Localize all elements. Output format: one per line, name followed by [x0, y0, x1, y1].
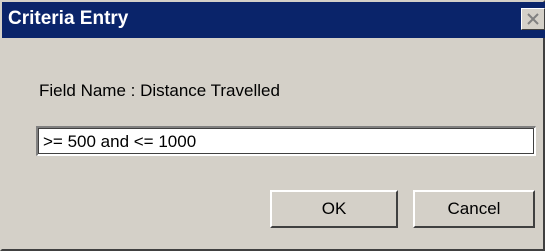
window-title: Criteria Entry: [8, 8, 129, 29]
ok-button[interactable]: OK: [270, 190, 398, 228]
close-button[interactable]: [521, 8, 545, 30]
cancel-button[interactable]: Cancel: [413, 190, 535, 228]
field-name-label: Field Name : Distance Travelled: [39, 81, 280, 100]
criteria-entry-dialog: Criteria Entry Field Name : Distance Tra…: [0, 0, 545, 251]
title-bar[interactable]: Criteria Entry: [2, 2, 545, 38]
criteria-input[interactable]: [36, 126, 536, 156]
close-icon: [527, 13, 539, 25]
